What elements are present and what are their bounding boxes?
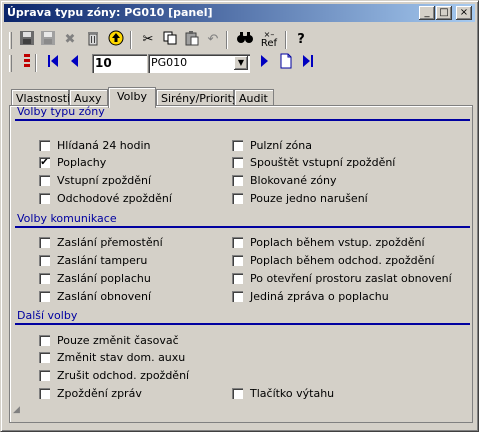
cut-icon[interactable]: ✂ [138,30,158,50]
trash-icon[interactable] [83,30,103,50]
new-record-icon[interactable] [276,53,296,73]
checkbox-box[interactable] [232,388,243,399]
maximize-button[interactable]: □ [436,6,452,20]
ref-label: Ref [260,38,278,49]
checkbox-label[interactable]: Poplach během odchod. zpoždění [250,254,434,267]
record-number-input[interactable]: 10 [92,54,147,73]
checkbox-box[interactable] [39,291,50,302]
checkbox-label[interactable]: Po otevření prostoru zaslat obnovení [250,272,452,285]
tab-sireny-priority[interactable]: Sirény/Priority [156,89,238,106]
checkbox-box[interactable] [232,157,243,168]
section-title-communication: Volby komunikace [17,212,117,225]
checkbox-box[interactable] [39,255,50,266]
copy-icon[interactable] [160,30,180,50]
checkbox-label[interactable]: Jediná zpráva o poplachu [250,290,389,303]
checkbox-box[interactable] [232,273,243,284]
minimize-button[interactable]: _ [419,6,435,20]
checkbox-box[interactable] [232,140,243,151]
checkbox-label[interactable]: Zaslání obnovení [57,290,151,303]
tab-volby[interactable]: Volby [108,87,156,108]
checkbox-box[interactable] [39,140,50,151]
checkbox-box[interactable] [39,273,50,284]
find-icon[interactable] [235,30,255,50]
checkbox-label[interactable]: Vstupní zpoždění [57,174,151,187]
zone-type-select-value: PG010 [151,56,188,69]
checkbox-label[interactable]: Blokované zóny [250,174,337,187]
checkbox-label[interactable]: Zaslání přemostění [57,236,163,249]
toolbar-separator [35,54,37,72]
last-record-icon[interactable] [298,53,318,73]
section-title-other: Další volby [17,309,78,322]
toolbar-navigation: 10 PG010 ▼ [5,53,475,75]
checkbox-label[interactable]: Zpoždění zpráv [57,387,142,400]
paste-icon[interactable] [182,30,202,50]
toolbar-main: ✖ ✂ ↶ ×– Ref ? [5,30,475,52]
toolbar-separator [285,31,287,49]
checkbox-label[interactable]: Pouze jedno narušení [250,192,368,205]
up-icon[interactable] [106,30,126,50]
checkbox-label[interactable]: Pulzní zóna [250,139,312,152]
save-disabled-icon[interactable] [38,30,58,50]
checkbox-label[interactable]: Zaslání tamperu [57,254,147,267]
checkbox-label[interactable]: Pouze změnit časovač [57,334,179,347]
window-title: Úprava typu zóny: PG010 [panel] [7,6,213,19]
delete-icon[interactable]: ✖ [60,30,80,50]
help-icon[interactable]: ? [291,30,311,50]
checkbox-box[interactable] [39,175,50,186]
checkbox-box[interactable] [232,255,243,266]
previous-record-icon[interactable] [65,53,85,73]
checkbox-box[interactable] [232,237,243,248]
checkbox-label[interactable]: Poplachy [57,156,106,169]
toolbar-separator [226,31,228,49]
checkbox-box[interactable] [39,237,50,248]
checkbox-label[interactable]: Spouštět vstupní zpoždění [250,156,395,169]
checkbox-box[interactable] [39,193,50,204]
toolbar-grip[interactable] [9,55,12,72]
close-button[interactable]: × [456,6,472,20]
checkbox-label[interactable]: Poplach během vstup. zpoždění [250,236,425,249]
checkbox-label[interactable]: Změnit stav dom. auxu [57,351,185,364]
tab-audit[interactable]: Audit [234,89,274,106]
checkbox-label[interactable]: Hlídaná 24 hodin [57,139,151,152]
checkbox-box[interactable] [232,291,243,302]
save-icon[interactable] [17,30,37,50]
ref-icon[interactable]: ×– Ref [259,30,279,50]
checkbox-box[interactable] [39,335,50,346]
zone-type-select[interactable]: PG010 ▼ [148,54,250,73]
checkbox-box[interactable] [39,388,50,399]
record-marker-icon [17,53,37,73]
size-grip-icon[interactable]: ◢ [13,405,20,415]
checkbox-label[interactable]: Tlačítko výtahu [250,387,334,400]
tab-vlastnosti[interactable]: Vlastnosti [11,89,70,106]
section-rule [15,226,470,228]
first-record-icon[interactable] [43,53,63,73]
section-rule [15,323,470,325]
checkbox-label[interactable]: Zaslání poplachu [57,272,151,285]
toolbar-grip[interactable] [9,32,12,49]
section-rule [15,119,470,121]
title-bar[interactable]: Úprava typu zóny: PG010 [panel] _ □ × [4,4,475,22]
undo-icon[interactable]: ↶ [203,30,223,50]
zone-type-edit-window: Úprava typu zóny: PG010 [panel] _ □ × ✖ … [0,0,479,432]
next-record-icon[interactable] [254,53,274,73]
checkbox-box[interactable] [232,193,243,204]
checkbox-box[interactable] [39,370,50,381]
section-title-zone-type: Volby typu zóny [17,105,105,118]
tab-auxy[interactable]: Auxy [69,89,108,106]
checkbox-box[interactable] [232,175,243,186]
checkbox-label[interactable]: Zrušit odchod. zpoždění [57,369,189,382]
chevron-down-icon[interactable]: ▼ [234,56,248,70]
toolbar-separator [130,31,132,49]
checkbox-box[interactable] [39,352,50,363]
checkbox-label[interactable]: Odchodové zpoždění [57,192,172,205]
checkmark-icon[interactable]: ✔ [39,157,50,168]
